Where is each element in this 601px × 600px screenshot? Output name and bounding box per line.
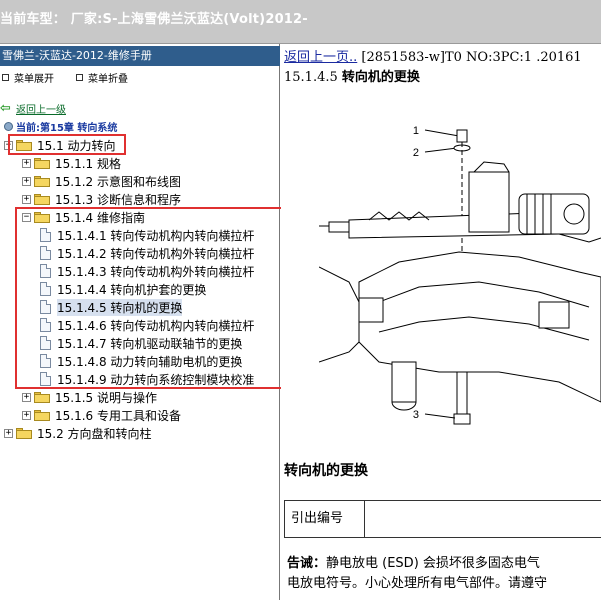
highlight-box-subsection: [15, 207, 283, 389]
folder-icon: [34, 409, 50, 421]
tree-item-label: 15.2 方向盘和转向柱: [37, 426, 152, 441]
expand-node-icon[interactable]: +: [22, 410, 31, 420]
caution-label: 告诫：: [287, 556, 327, 571]
collapse-menu-button[interactable]: 菜单折叠: [76, 70, 128, 85]
caution-text-2: 电放电符号。小心处理所有电气部件。请遵守: [287, 576, 548, 591]
tree-item-label: 15.1.6 专用工具和设备: [55, 408, 181, 423]
caution-note: 告诫：静电放电 (ESD) 会损坏很多固态电气 电放电符号。小心处理所有电气部件…: [287, 554, 601, 594]
document-id: [2851583-w]T0 NO:3PC:1 .20161: [357, 50, 582, 65]
tree-item-folder[interactable]: +15.1.2 示意图和布线图: [22, 172, 181, 190]
content-panel: 返回上一页.. [2851583-w]T0 NO:3PC:1 .20161 15…: [281, 44, 601, 600]
callout-1: 1: [413, 125, 419, 137]
expand-node-icon[interactable]: +: [22, 176, 31, 186]
expand-node-icon[interactable]: +: [22, 392, 31, 402]
section-number: 15.1.4.5: [284, 70, 338, 85]
back-arrow-icon: ⇦: [0, 100, 11, 116]
back-page-link[interactable]: 返回上一页..: [284, 50, 357, 65]
caution-text-1: 静电放电 (ESD) 会损坏很多固态电气: [326, 556, 540, 571]
folder-icon: [16, 427, 32, 439]
tree-item-folder[interactable]: +15.1.3 诊断信息和程序: [22, 190, 181, 208]
expand-label: 菜单展开: [14, 74, 54, 85]
tree-item-folder[interactable]: +15.2 方向盘和转向柱: [4, 424, 152, 442]
tree-item-label: 15.1.5 说明与操作: [55, 390, 157, 405]
table-header-callout: 引出编号: [285, 501, 365, 537]
folder-icon: [34, 175, 50, 187]
folder-icon: [34, 193, 50, 205]
callout-table: 引出编号: [284, 500, 601, 538]
expand-node-icon[interactable]: +: [22, 158, 31, 168]
procedure-subheading: 转向机的更换: [284, 463, 368, 479]
collapse-icon: [76, 74, 83, 81]
window-title: 当前车型： 厂家:S-上海雪佛兰沃蓝达(Volt)2012-: [0, 12, 308, 27]
expand-menu-button[interactable]: 菜单展开: [2, 70, 54, 85]
expand-node-icon[interactable]: +: [22, 194, 31, 204]
section-heading: 15.1.4.5 转向机的更换: [284, 66, 420, 85]
folder-icon: [34, 391, 50, 403]
highlight-box-section: [8, 134, 126, 155]
tree-item-label: 15.1.3 诊断信息和程序: [55, 192, 181, 207]
callout-3: 3: [413, 409, 419, 421]
back-link[interactable]: ⇦ 返回上一级: [0, 100, 66, 117]
current-chapter: 当前:第15章 转向系统: [4, 119, 117, 134]
content-header: 返回上一页.. [2851583-w]T0 NO:3PC:1 .20161: [284, 46, 582, 65]
back-link-label: 返回上一级: [16, 105, 66, 116]
tree-item-folder[interactable]: +15.1.1 规格: [22, 154, 121, 172]
tree-item-folder[interactable]: +15.1.5 说明与操作: [22, 388, 157, 406]
collapse-label: 菜单折叠: [88, 74, 128, 85]
callout-2: 2: [413, 147, 419, 159]
tree-item-folder[interactable]: +15.1.6 专用工具和设备: [22, 406, 181, 424]
expand-node-icon[interactable]: +: [4, 428, 13, 438]
tree-item-label: 15.1.1 规格: [55, 156, 121, 171]
title-bar: 当前车型： 厂家:S-上海雪佛兰沃蓝达(Volt)2012-: [0, 0, 601, 44]
manual-header: 雪佛兰-沃蓝达-2012-维修手册: [0, 46, 280, 66]
current-chapter-label: 当前:第15章 转向系统: [16, 123, 118, 134]
tree-item-label: 15.1.2 示意图和布线图: [55, 174, 181, 189]
steering-gear-diagram: 1 2 3: [319, 125, 601, 425]
expand-icon: [2, 74, 9, 81]
section-title: 转向机的更换: [341, 70, 420, 85]
folder-icon: [34, 157, 50, 169]
chapter-icon: [4, 122, 13, 131]
left-panel: 雪佛兰-沃蓝达-2012-维修手册 菜单展开 菜单折叠 ⇦ 返回上一级 当前:第…: [0, 44, 283, 600]
